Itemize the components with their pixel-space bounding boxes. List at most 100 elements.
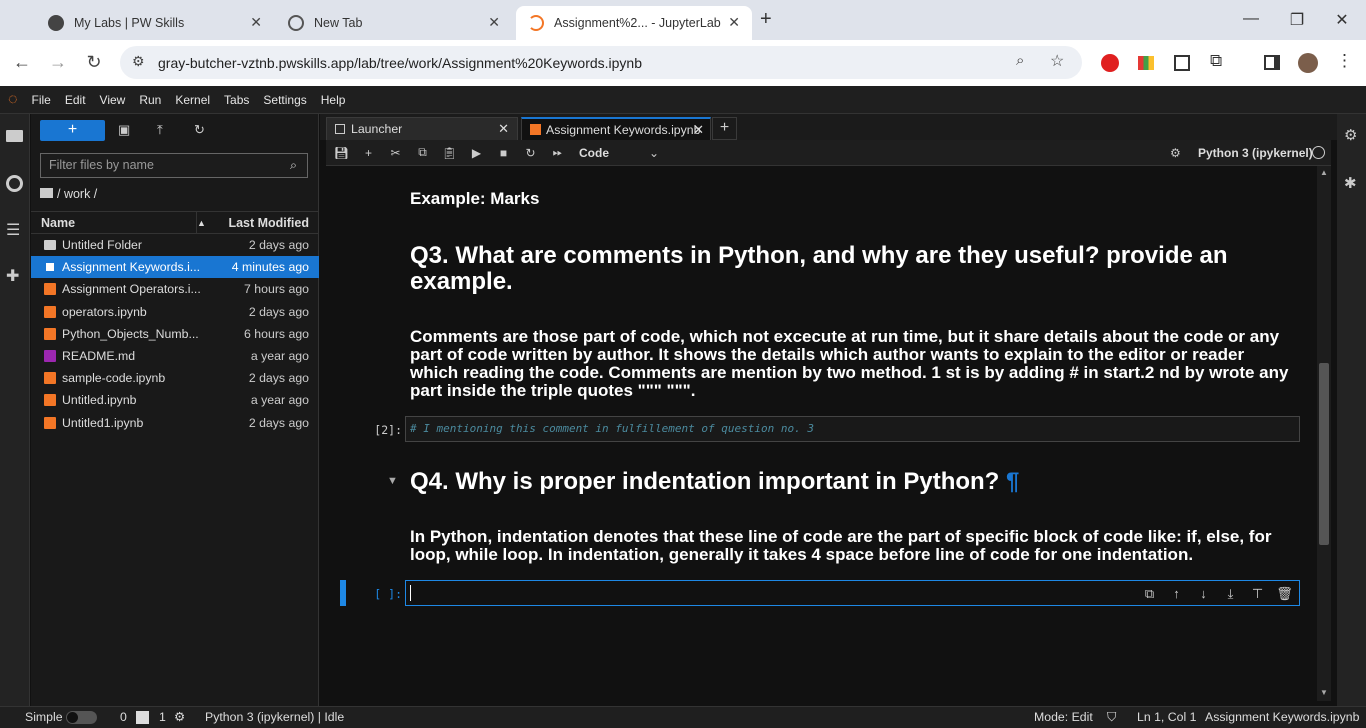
shield-icon[interactable]: ⛉	[1107, 710, 1116, 725]
stop-icon[interactable]: ■	[490, 146, 517, 160]
browser-tab-mylabs[interactable]: My Labs | PW Skills ✕	[36, 6, 274, 40]
file-row[interactable]: README.md a year ago	[31, 345, 319, 367]
upload-icon[interactable]: ⤒	[157, 122, 163, 138]
site-info-icon[interactable]: ⚙	[132, 53, 145, 70]
insert-below-icon[interactable]: ⊤	[1244, 586, 1271, 602]
browser-tab-title: Assignment%2... - JupyterLab	[554, 16, 721, 30]
menu-settings[interactable]: Settings	[263, 93, 306, 107]
file-row[interactable]: Untitled1.ipynb 2 days ago	[31, 412, 319, 434]
browser-tab-jupyter[interactable]: Assignment%2... - JupyterLab ✕	[516, 6, 752, 40]
jupyter-menubar: ◌ File Edit View Run Kernel Tabs Setting…	[0, 86, 1366, 114]
file-modified: 4 minutes ago	[231, 260, 309, 275]
extension-manager-icon[interactable]: ✚	[6, 266, 19, 286]
insert-above-icon[interactable]: ⤓	[1217, 586, 1244, 602]
copy-icon[interactable]: ⧉	[409, 145, 436, 160]
reload-icon[interactable]: ↻	[83, 52, 105, 73]
restart-icon[interactable]: ↻	[517, 146, 544, 160]
menu-file[interactable]: File	[32, 93, 51, 107]
extension-color-icon[interactable]	[1138, 56, 1154, 70]
column-last-modified[interactable]: Last Modified	[228, 216, 309, 230]
file-row[interactable]: Untitled.ipynb a year ago	[31, 389, 319, 411]
folder-icon[interactable]	[6, 130, 23, 142]
avatar[interactable]	[1298, 53, 1318, 73]
wordpress-icon	[48, 15, 64, 31]
new-tab-button[interactable]: +	[712, 117, 737, 140]
anchor-link[interactable]: ¶	[1006, 468, 1019, 495]
toc-icon[interactable]: ☰	[6, 220, 20, 240]
save-icon[interactable]: 💾︎	[328, 146, 355, 160]
file-modified: 2 days ago	[248, 415, 309, 430]
cell-type-select[interactable]: Code	[579, 146, 649, 160]
breadcrumb[interactable]: / work /	[40, 187, 97, 201]
back-icon[interactable]: ←	[11, 52, 33, 73]
edit-mode: Mode: Edit	[1034, 710, 1093, 724]
kernel-status[interactable]: Python 3 (ipykernel) | Idle	[205, 710, 344, 724]
cut-icon[interactable]: ✂	[382, 146, 409, 160]
window-close-icon[interactable]: ✕	[1332, 10, 1352, 30]
filter-input[interactable]: Filter files by name ⌕	[40, 153, 308, 178]
empty-prompt: [ ]:	[374, 587, 402, 601]
delete-cell-icon[interactable]: 🗑︎	[1271, 586, 1298, 602]
side-panel-icon[interactable]	[1264, 55, 1280, 70]
new-launcher-button[interactable]: +	[40, 120, 105, 141]
chevron-down-icon[interactable]: ⌄	[649, 146, 659, 160]
column-name[interactable]: Name	[41, 216, 197, 230]
scroll-down-icon[interactable]: ▼	[1320, 688, 1328, 697]
new-folder-icon[interactable]: ▣	[118, 122, 130, 138]
file-row[interactable]: Untitled Folder 2 days ago	[31, 234, 319, 256]
paste-icon[interactable]: 📋︎	[436, 146, 463, 160]
extension-red-icon[interactable]	[1101, 54, 1119, 72]
restore-icon[interactable]: ❐	[1287, 10, 1307, 30]
menu-help[interactable]: Help	[321, 93, 346, 107]
fast-forward-icon[interactable]: ⏩︎	[544, 145, 571, 160]
debugger-icon[interactable]: ✱	[1344, 174, 1357, 192]
scrollbar-thumb[interactable]	[1319, 363, 1329, 545]
menu-kernel[interactable]: Kernel	[175, 93, 210, 107]
breadcrumb-text: / work /	[57, 187, 98, 201]
cursor-position[interactable]: Ln 1, Col 1	[1137, 710, 1196, 724]
duplicate-cell-icon[interactable]: ⧉	[1136, 586, 1163, 602]
insert-cell-icon[interactable]: +	[355, 146, 382, 160]
menu-run[interactable]: Run	[139, 93, 161, 107]
browser-tab-newtab[interactable]: New Tab ✕	[276, 6, 512, 40]
move-down-icon[interactable]: ↓	[1190, 586, 1217, 601]
tab-notebook[interactable]: Assignment Keywords.ipynb ✕	[521, 117, 711, 140]
collapse-caret-icon[interactable]: ▼	[387, 475, 398, 487]
right-activity-bar: ⚙ ✱	[1337, 114, 1366, 706]
menu-tabs[interactable]: Tabs	[224, 93, 249, 107]
code-cell[interactable]: # I mentioning this comment in fulfillem…	[405, 416, 1300, 442]
refresh-icon[interactable]: ↻	[194, 122, 205, 138]
run-icon[interactable]: ▶	[463, 146, 490, 160]
puzzle-icon[interactable]: ⧉	[1210, 51, 1222, 71]
forward-icon[interactable]: →	[47, 52, 69, 73]
close-icon[interactable]: ✕	[498, 121, 509, 137]
running-icon[interactable]	[6, 175, 23, 192]
close-icon[interactable]: ✕	[488, 14, 500, 31]
file-row[interactable]: sample-code.ipynb 2 days ago	[31, 367, 319, 389]
close-icon[interactable]: ✕	[728, 14, 740, 31]
kernel-settings-icon[interactable]: ⚙	[1170, 146, 1181, 160]
close-icon[interactable]: ✕	[250, 14, 262, 31]
file-row[interactable]: Assignment Operators.i... 7 hours ago	[31, 278, 319, 300]
zoom-icon[interactable]: ⌕	[1016, 52, 1024, 69]
tab-launcher[interactable]: Launcher ✕	[326, 117, 518, 140]
menu-view[interactable]: View	[100, 93, 126, 107]
file-modified: 2 days ago	[248, 304, 309, 319]
file-row[interactable]: operators.ipynb 2 days ago	[31, 301, 319, 323]
url-field[interactable]: ⚙ gray-butcher-vztnb.pwskills.app/lab/tr…	[120, 46, 1082, 79]
bookmark-star-icon[interactable]: ☆	[1050, 51, 1064, 71]
folder-icon	[40, 188, 53, 198]
file-row[interactable]: Python_Objects_Numb... 6 hours ago	[31, 323, 319, 345]
property-inspector-icon[interactable]: ⚙	[1344, 126, 1357, 144]
close-icon[interactable]: ✕	[693, 122, 704, 138]
new-tab-icon[interactable]: +	[760, 8, 772, 31]
move-up-icon[interactable]: ↑	[1163, 586, 1190, 601]
menu-edit[interactable]: Edit	[65, 93, 86, 107]
minimize-icon[interactable]: —	[1241, 10, 1261, 28]
more-menu-icon[interactable]: ⋮	[1336, 51, 1353, 71]
scroll-up-icon[interactable]: ▲	[1320, 168, 1328, 177]
extension-square-icon[interactable]	[1174, 55, 1190, 71]
simple-mode-toggle[interactable]	[66, 711, 97, 724]
kernel-name[interactable]: Python 3 (ipykernel)	[1198, 146, 1313, 160]
file-row[interactable]: Assignment Keywords.i... 4 minutes ago	[31, 256, 319, 279]
